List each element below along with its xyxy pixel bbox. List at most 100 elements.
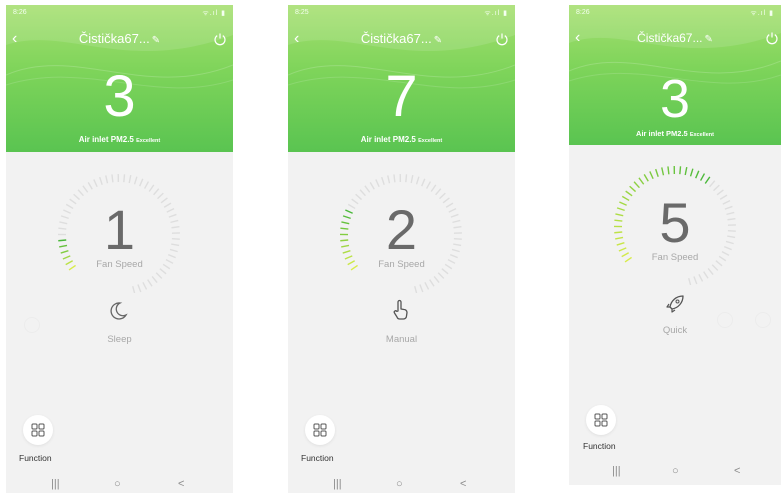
device-name: Čistička67...	[360, 31, 432, 46]
home-nav-icon[interactable]: ○	[672, 460, 679, 482]
back-nav-icon[interactable]: <	[460, 473, 466, 493]
pm25-label: Air inlet PM2.5	[636, 129, 688, 138]
edit-pencil-icon[interactable]: ✎	[704, 34, 712, 45]
dial-tick-active	[638, 177, 645, 185]
dial-tick	[142, 281, 148, 290]
dial-tick	[364, 185, 371, 193]
status-bar: 8:26 ᯤ.ıl ▮	[6, 5, 233, 19]
hand-icon[interactable]	[390, 299, 412, 321]
dial-tick	[437, 272, 445, 279]
dial-tick-active	[655, 168, 659, 177]
dial-tick	[424, 281, 430, 290]
dial-tick	[439, 192, 446, 200]
dial-tick-active	[643, 173, 649, 182]
dial-tick	[151, 275, 158, 284]
rocket-icon[interactable]	[664, 293, 686, 315]
dial-tick	[123, 174, 126, 183]
pm25-caption: Air inlet PM2.5 Excellent	[288, 135, 515, 144]
dial-tick	[148, 184, 155, 192]
dial-tick	[143, 181, 150, 189]
status-time: 8:26	[13, 9, 27, 16]
device-title[interactable]: Čistička67... ✎	[288, 29, 515, 51]
dial-tick	[87, 181, 93, 190]
dial-tick	[709, 180, 716, 188]
moon-icon[interactable]	[107, 300, 129, 322]
dial-tick	[128, 175, 132, 184]
mode-label: Sleep	[107, 334, 132, 345]
dial-tick	[405, 174, 408, 183]
status-bar: 8:26 ᯤ.ıl ▮	[569, 5, 781, 19]
home-nav-icon[interactable]: ○	[396, 473, 403, 493]
mode-label: Quick	[662, 325, 688, 336]
pm25-value: 3	[659, 69, 691, 129]
dial-tick-active	[629, 185, 637, 193]
function-button[interactable]	[305, 415, 335, 445]
status-time: 8:25	[295, 9, 309, 16]
dial-tick-active	[679, 166, 682, 175]
phone-screen-manual: 8:25 ᯤ.ıl ▮ ‹ Čistička67... ✎ 7 Air inlet…	[288, 5, 515, 493]
title-bar: ‹ Čistička67... ✎	[6, 29, 233, 49]
dial-tick	[369, 181, 375, 190]
fan-speed-label: Fan Speed	[651, 252, 699, 263]
device-title[interactable]: Čistička67... ✎	[569, 28, 781, 50]
power-icon[interactable]	[495, 32, 509, 46]
recents-nav-icon[interactable]: |||	[51, 473, 60, 493]
status-icons: ᯤ.ıl ▮	[484, 10, 508, 17]
phone-screen-quick: 8:26 ᯤ.ıl ▮ ‹ Čistička67... ✎ 3 Air inlet…	[569, 5, 781, 485]
function-label: Function	[301, 453, 334, 463]
back-nav-icon[interactable]: <	[178, 473, 184, 493]
dial-tick	[105, 175, 109, 184]
recents-nav-icon[interactable]: |||	[333, 473, 342, 493]
dial-tick-active	[633, 181, 640, 189]
dial-tick	[73, 193, 81, 201]
phone-screen-sleep: 8:26 ᯤ.ıl ▮ ‹ Čistička67... ✎ 3 Air inlet…	[6, 5, 233, 493]
dial-tick	[355, 193, 363, 201]
fan-speed-label: Fan Speed	[96, 259, 143, 270]
function-label: Function	[19, 453, 52, 463]
function-button[interactable]	[23, 415, 53, 445]
title-bar: ‹ Čistička67... ✎	[569, 28, 781, 48]
status-icons: ᯤ.ıl ▮	[750, 10, 774, 17]
dial-tick	[698, 273, 704, 282]
dial-tick	[713, 184, 720, 192]
ghost-mode-icon	[24, 317, 40, 333]
pm25-caption: Air inlet PM2.5 Excellent	[6, 135, 233, 144]
grid-icon	[594, 413, 608, 427]
recents-nav-icon[interactable]: |||	[612, 460, 621, 482]
function-button[interactable]	[586, 405, 616, 435]
android-nav-bar: ||| ○ <	[6, 473, 233, 493]
edit-pencil-icon[interactable]: ✎	[434, 35, 442, 46]
dial-tick	[82, 185, 89, 193]
fan-speed-label: Fan Speed	[378, 259, 425, 270]
dial-tick	[153, 188, 160, 196]
fan-speed-value: 1	[103, 198, 136, 261]
pm25-grade: Excellent	[689, 132, 714, 138]
dial-tick	[132, 286, 136, 293]
status-time: 8:26	[576, 9, 590, 16]
dial-tick	[425, 181, 432, 189]
power-icon[interactable]	[213, 32, 227, 46]
dial-tick	[435, 188, 442, 196]
device-name: Čistička67...	[637, 31, 703, 45]
dial-tick-active	[667, 166, 670, 175]
dial-tick	[155, 272, 163, 279]
function-label: Function	[583, 441, 616, 451]
dial-tick	[139, 178, 144, 187]
pm25-value: 3	[103, 64, 136, 129]
edit-pencil-icon[interactable]: ✎	[152, 35, 160, 46]
power-icon[interactable]	[765, 31, 779, 45]
dial-tick-active	[689, 168, 694, 177]
status-bar: 8:25 ᯤ.ıl ▮	[288, 5, 515, 19]
header-panel: 8:25 ᯤ.ıl ▮ ‹ Čistička67... ✎ 7 Air inlet…	[288, 5, 515, 152]
back-nav-icon[interactable]: <	[734, 460, 740, 482]
device-title[interactable]: Čistička67... ✎	[6, 29, 233, 51]
android-nav-bar: ||| ○ <	[288, 473, 515, 493]
home-nav-icon[interactable]: ○	[114, 473, 121, 493]
pm25-caption: Air inlet PM2.5 Excellent	[569, 129, 781, 138]
dial-tick	[137, 284, 142, 293]
dial-tick	[381, 176, 385, 185]
dial-tick	[99, 176, 103, 185]
pm25-grade: Excellent	[136, 138, 161, 144]
fan-speed-value: 2	[385, 198, 418, 261]
dial-tick	[433, 275, 440, 284]
